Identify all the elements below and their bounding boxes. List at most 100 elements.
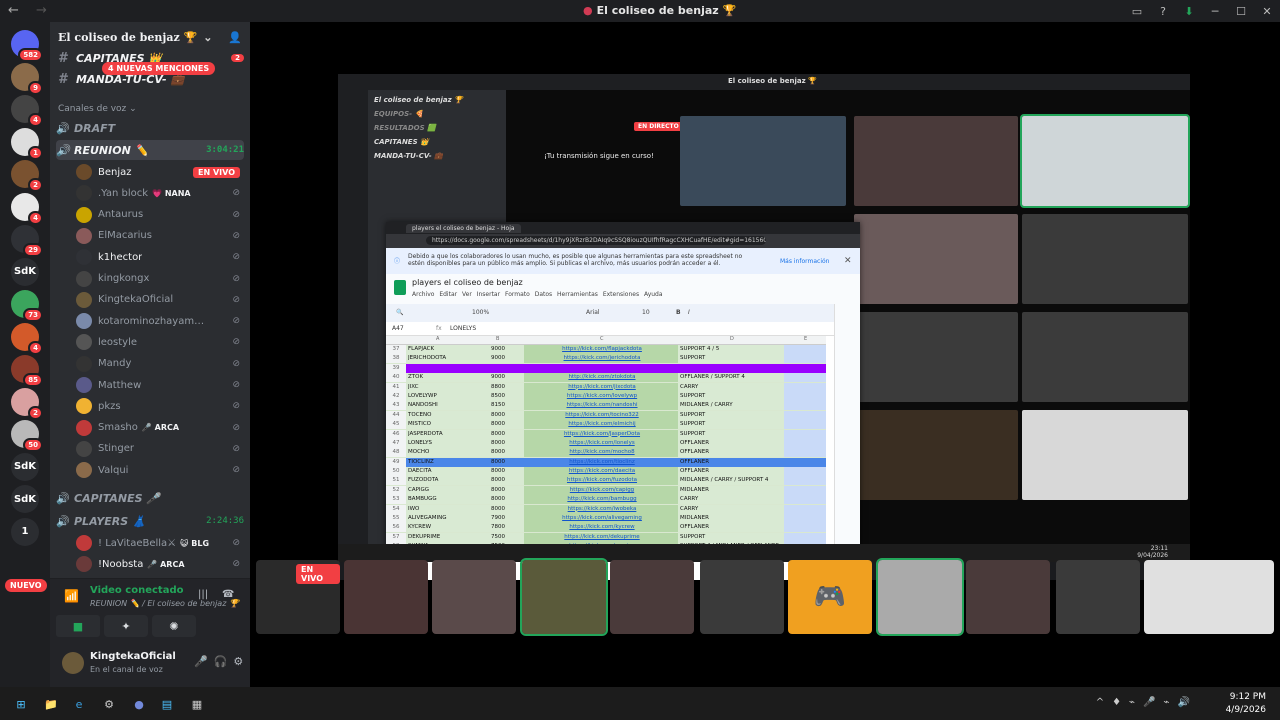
activities-button[interactable]: ✦ [104, 615, 148, 637]
table-row[interactable]: 37 FLAPJACK 9000 https://kick.com/flapjackd… [386, 345, 826, 355]
server-icon[interactable]: 1 [11, 127, 43, 160]
server-icon[interactable]: 50 [11, 420, 43, 452]
table-row[interactable]: 49 TIOCLINZ 8000 https://kick.com/tioclinz O… [386, 457, 826, 468]
screen-share-view[interactable]: El coliseo de benjaz 🏆 El coliseo de ben… [338, 74, 1190, 580]
server-icon[interactable]: 4 [11, 192, 43, 225]
sheet-menubar[interactable]: Archivo Editar Ver Insertar Formato Dato… [412, 291, 663, 298]
table-cell[interactable]: CAPIGG [408, 487, 468, 493]
font-select[interactable]: Arial [586, 309, 600, 316]
table-cell[interactable]: 9000 [474, 355, 522, 361]
table-cell[interactable]: 8500 [474, 393, 522, 399]
table-row[interactable]: 46 JASPERDOTA 8000 https://kick.com/JasperD… [386, 429, 826, 439]
table-cell[interactable]: JASPERDOTA [408, 431, 468, 437]
voice-user[interactable]: pkzs ⊘ [76, 396, 240, 416]
table-cell[interactable]: TOCENO [408, 412, 468, 418]
disconnect-icon[interactable]: ☎ [222, 589, 234, 600]
table-cell[interactable]: CARRY [680, 506, 784, 512]
table-cell[interactable]: MIDLANER [680, 515, 784, 521]
voice-category[interactable]: Canales de voz ⌄ [58, 104, 137, 114]
table-cell[interactable]: https://kick.com/JasperDota [526, 431, 678, 437]
calculator-icon[interactable]: ▦ [188, 695, 206, 713]
table-cell[interactable]: 8000 [474, 477, 522, 483]
close-icon[interactable]: ✕ [844, 256, 852, 266]
voice-user[interactable]: kotarominozhayamasr4ev... ⊘ [76, 311, 240, 331]
system-tray[interactable]: ^♦⌁🎤⌁🔊 [1096, 697, 1198, 708]
new-mentions-pill[interactable]: 4 NUEVAS MENCIONES [102, 62, 216, 75]
table-cell[interactable]: OFFLANER [680, 468, 784, 474]
forward-arrow-icon[interactable]: → [36, 3, 47, 18]
filmstrip-tile[interactable]: EN VIVO [256, 560, 340, 634]
table-cell[interactable]: https://kick.com/kycrew [526, 524, 678, 530]
table-cell[interactable]: TIOCLINZ [408, 459, 468, 465]
table-cell[interactable]: MOCHO [408, 449, 468, 455]
table-cell[interactable]: 8000 [474, 468, 522, 474]
table-row[interactable]: 54 IWO 8000 https://kick.com/iwobeka CARRY [386, 504, 826, 515]
table-cell[interactable]: 9000 [474, 346, 522, 352]
table-cell[interactable]: FLAPJACK [408, 346, 468, 352]
table-row[interactable]: 51 FUZODOTA 8000 https://kick.com/fuzodota M… [386, 476, 826, 486]
table-cell[interactable]: 8000 [474, 440, 522, 446]
cell-value[interactable]: LONELYS [450, 325, 476, 332]
table-cell[interactable]: https://kick.com/lovelywp [526, 393, 678, 399]
filmstrip-tile[interactable] [610, 560, 694, 634]
start-icon[interactable]: ⊞ [12, 695, 30, 713]
server-icon[interactable]: 4 [11, 95, 43, 127]
table-cell[interactable]: NANDOSHI [408, 402, 468, 408]
voice-user[interactable]: Mandy ⊘ [76, 354, 240, 374]
table-cell[interactable]: KYCREW [408, 524, 468, 530]
sheets-logo-icon[interactable] [394, 280, 406, 295]
new-pill[interactable]: NUEVO [5, 579, 47, 592]
table-cell[interactable]: 8000 [474, 449, 522, 455]
server-icon[interactable]: 582 [11, 30, 43, 62]
address-bar[interactable]: https://docs.google.com/spreadsheets/d/1… [426, 236, 766, 245]
table-row[interactable]: 56 KYCREW 7800 https://kick.com/kycrew OFFLA… [386, 523, 826, 533]
table-cell[interactable]: SUPPORT [680, 431, 784, 437]
add-member-icon[interactable]: 👤 [228, 31, 242, 44]
table-cell[interactable]: https://kick.com/alivegaming [526, 515, 678, 521]
table-row[interactable]: 42 LOVELYWP 8500 https://kick.com/lovelywp S… [386, 391, 826, 402]
soundboard-button[interactable]: ✺ [152, 615, 196, 637]
table-cell[interactable]: https://kick.com/dekuprime [526, 534, 678, 540]
table-cell[interactable]: SUPPORT 4 / 5 [680, 346, 784, 352]
discord-icon[interactable]: ● [130, 695, 148, 713]
table-cell[interactable]: OFFLANER [680, 440, 784, 446]
table-row[interactable]: 52 CAPIGG 8000 https://kick.com/capigg MIDLA… [386, 485, 826, 496]
table-cell[interactable]: https://kick.com/daecita [526, 468, 678, 474]
filmstrip-tile[interactable] [700, 560, 784, 634]
server-icon[interactable]: SdK [11, 257, 39, 286]
voice-channel-capitanes[interactable]: 🔊 CAPITANES 🎤 [56, 488, 244, 508]
avatar[interactable] [62, 652, 84, 674]
server-icon[interactable]: 9 [11, 62, 43, 95]
table-cell[interactable]: https://kick.com/nandoshi [526, 402, 678, 408]
table-cell[interactable]: CARRY [680, 496, 784, 502]
server-icon[interactable]: 2 [11, 387, 43, 420]
table-cell[interactable]: 7800 [474, 524, 522, 530]
bold-button[interactable]: B [676, 309, 681, 316]
filmstrip-tile[interactable] [344, 560, 428, 634]
table-cell[interactable]: http://kick.com/ztokdota [526, 374, 678, 380]
table-cell[interactable]: https://kick.com/flapjackdota [526, 346, 678, 352]
table-row[interactable]: 55 ALIVEGAMING 7900 https://kick.com/aliveg… [386, 514, 826, 524]
table-row[interactable]: 40 ZTOK 9000 http://kick.com/ztokdota OFFLAN… [386, 373, 826, 383]
table-row[interactable]: 41 JIXC 8800 https://kick.com/jixcdota CARRY [386, 382, 826, 392]
table-cell[interactable]: MIDLANER [680, 487, 784, 493]
cell-reference[interactable]: A47 [392, 325, 404, 332]
table-cell[interactable]: OFFLANER [680, 459, 784, 465]
table-cell[interactable]: 8000 [474, 421, 522, 427]
table-row[interactable]: 44 TOCENO 8000 https://kick.com/tocino322 SU… [386, 410, 826, 421]
table-cell[interactable]: https://kick.com/tocino322 [526, 412, 678, 418]
table-cell[interactable]: SUPPORT [680, 412, 784, 418]
table-row[interactable]: 39 [386, 363, 826, 374]
voice-user[interactable]: ! LaVitaeBella⚔ 😺 BLG ⊘ [76, 533, 240, 553]
table-cell[interactable]: 8000 [474, 506, 522, 512]
voice-user[interactable]: Smasho 🎤 ARCA ⊘ [76, 418, 240, 438]
table-cell[interactable]: ZTOK [408, 374, 468, 380]
table-cell[interactable]: 8800 [474, 384, 522, 390]
sheet-grid[interactable]: ABCDE 37 FLAPJACK 9000 https://kick.com/fla… [386, 336, 826, 561]
table-cell[interactable]: DAECITA [408, 468, 468, 474]
table-cell[interactable]: SUPPORT [680, 355, 784, 361]
table-cell[interactable]: OFFLANER [680, 524, 784, 530]
voice-user[interactable]: kingkongx ⊘ [76, 269, 240, 289]
table-cell[interactable]: MIDLANER / CARRY / SUPPORT 4 [680, 477, 784, 483]
table-cell[interactable]: MISTICO [408, 421, 468, 427]
